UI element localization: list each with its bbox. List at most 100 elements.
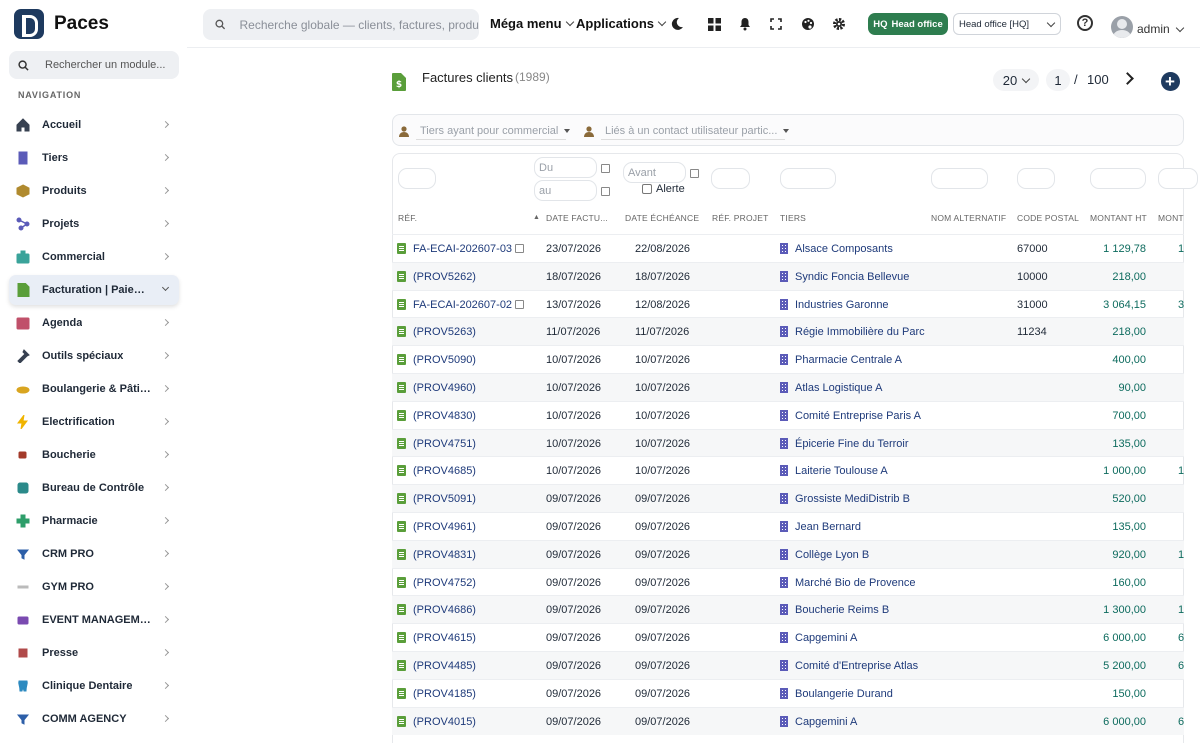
app-logo[interactable]: Paces <box>14 9 109 39</box>
date-to-input[interactable]: au <box>534 180 597 201</box>
invoice-ref-link[interactable]: (PROV5090) <box>413 354 476 366</box>
grid-apps-icon[interactable] <box>706 16 722 32</box>
invoice-ref-link[interactable]: (PROV4961) <box>413 521 476 533</box>
tiers-link[interactable]: Industries Garonne <box>795 299 889 311</box>
sidebar-item-produits[interactable]: Produits <box>9 176 179 206</box>
calendar-icon[interactable] <box>690 169 699 178</box>
sidebar-item-clinique-dentaire[interactable]: Clinique Dentaire <box>9 671 179 701</box>
contact-filter[interactable]: Liés à un contact utilisateur partic... <box>584 122 790 140</box>
add-invoice-button[interactable]: + <box>1156 62 1184 100</box>
tiers-link[interactable]: Épicerie Fine du Terroir <box>795 438 909 450</box>
tiers-link[interactable]: Laiterie Toulouse A <box>795 465 888 477</box>
help-icon[interactable]: ? <box>1077 15 1093 31</box>
tiers-link[interactable]: Capgemini A <box>795 716 857 728</box>
tiers-filter-input[interactable] <box>780 168 836 189</box>
table-row[interactable]: (PROV4185) 09/07/2026 09/07/2026 Boulangeri… <box>392 678 1184 707</box>
alert-checkbox[interactable] <box>642 184 652 194</box>
col-header-ref[interactable]: RÉF. <box>398 213 417 223</box>
sidebar-item-accueil[interactable]: Accueil <box>9 110 179 140</box>
col-header-due[interactable]: DATE ÉCHÉANCE <box>625 213 699 223</box>
sidebar-item-presse[interactable]: Presse <box>9 638 179 668</box>
sidebar-item-gym-pro[interactable]: GYM PRO <box>9 572 179 602</box>
sidebar-item-bureau-de-contr-le[interactable]: Bureau de Contrôle <box>9 473 179 503</box>
dark-mode-icon[interactable] <box>669 16 685 32</box>
tiers-link[interactable]: Régie Immobilière du Parc <box>795 326 925 338</box>
alt-name-filter-input[interactable] <box>931 168 988 189</box>
invoice-ref-link[interactable]: (PROV4751) <box>413 438 476 450</box>
applications-dropdown[interactable]: Applications <box>576 16 667 31</box>
tiers-link[interactable]: Atlas Logistique A <box>795 382 882 394</box>
sidebar-item-comm-agency[interactable]: COMM AGENCY <box>9 704 179 734</box>
sidebar-item-boulangerie-p-tisserie[interactable]: Boulangerie & Pâtisserie <box>9 374 179 404</box>
hq-badge[interactable]: HQ Head office <box>868 13 948 35</box>
tiers-link[interactable]: Capgemini A <box>795 632 857 644</box>
col-header-date[interactable]: DATE FACTU... <box>546 213 608 223</box>
table-row[interactable]: (PROV4686) 09/07/2026 09/07/2026 Boucherie … <box>392 595 1184 624</box>
sidebar-item-event-management[interactable]: EVENT MANAGEMENT <box>9 605 179 635</box>
table-row[interactable]: (PROV4485) 09/07/2026 09/07/2026 Comité d'E… <box>392 651 1184 679</box>
tiers-link[interactable]: Jean Bernard <box>795 521 861 533</box>
col-header-tiers[interactable]: TIERS <box>780 213 806 223</box>
fullscreen-icon[interactable] <box>768 16 784 32</box>
tiers-link[interactable]: Boulangerie Durand <box>795 688 893 700</box>
palette-icon[interactable] <box>800 16 816 32</box>
global-search[interactable]: Recherche globale — clients, factures, p… <box>203 9 479 40</box>
tiers-link[interactable]: Comité d'Entreprise Atlas <box>795 660 918 672</box>
sidebar-item-electrification[interactable]: Electrification <box>9 407 179 437</box>
col-header-amount[interactable]: MONT <box>1158 213 1184 223</box>
invoice-ref-link[interactable]: (PROV5091) <box>413 493 476 505</box>
sidebar-item-commercial[interactable]: Commercial <box>9 242 179 272</box>
tiers-link[interactable]: Comité Entreprise Paris A <box>795 410 921 422</box>
tiers-link[interactable]: Pharmacie Centrale A <box>795 354 902 366</box>
table-row[interactable]: (PROV5262) 18/07/2026 18/07/2026 Syndic Fon… <box>392 261 1184 290</box>
invoice-ref-link[interactable]: (PROV4485) <box>413 660 476 672</box>
col-header-amount-ht[interactable]: MONTANT HT <box>1090 213 1147 223</box>
table-row[interactable]: (PROV5090) 10/07/2026 10/07/2026 Pharmacie … <box>392 345 1184 373</box>
invoice-ref-link[interactable]: (PROV5262) <box>413 271 476 283</box>
page-number-input[interactable]: 1 <box>1046 69 1070 91</box>
table-row[interactable]: (PROV4615) 09/07/2026 09/07/2026 Capgemini … <box>392 623 1184 651</box>
invoice-ref-link[interactable]: (PROV5263) <box>413 326 476 338</box>
table-row[interactable]: (PROV4960) 10/07/2026 10/07/2026 Atlas Logi… <box>392 373 1184 401</box>
table-row[interactable]: (PROV5263) 11/07/2026 11/07/2026 Régie Immo… <box>392 317 1184 346</box>
project-ref-filter-input[interactable] <box>711 168 750 189</box>
table-row[interactable]: (PROV4831) 09/07/2026 09/07/2026 Collège Ly… <box>392 539 1184 568</box>
sidebar-item-boucherie[interactable]: Boucherie <box>9 440 179 470</box>
tiers-link[interactable]: Alsace Composants <box>795 243 893 255</box>
sidebar-item-crm-pro[interactable]: CRM PRO <box>9 539 179 569</box>
sidebar-item-pharmacie[interactable]: Pharmacie <box>9 506 179 536</box>
module-search-input[interactable]: Rechercher un module... <box>9 51 179 79</box>
invoice-ref-link[interactable]: FA-ECAI-202607-02 <box>413 299 525 311</box>
col-header-alt-name[interactable]: NOM ALTERNATIF <box>931 213 1006 223</box>
ref-filter-input[interactable] <box>398 168 436 189</box>
invoice-ref-link[interactable]: (PROV4831) <box>413 549 476 561</box>
table-row[interactable]: FA-ECAI-202607-03 23/07/2026 22/08/2026 Als… <box>392 234 1184 262</box>
sidebar-item-projets[interactable]: Projets <box>9 209 179 239</box>
alert-filter[interactable]: Alerte <box>642 183 685 195</box>
sort-asc-icon[interactable]: ▲ <box>533 214 540 221</box>
amount-ht-filter-input[interactable] <box>1090 168 1146 189</box>
sidebar-item-facturation-paiement[interactable]: Facturation | Paiement <box>9 275 179 305</box>
entity-select[interactable]: Head office [HQ] <box>953 13 1061 35</box>
invoice-ref-link[interactable]: (PROV4015) <box>413 716 476 728</box>
note-icon[interactable] <box>515 299 525 309</box>
table-row[interactable]: (PROV5091) 09/07/2026 09/07/2026 Grossiste … <box>392 484 1184 513</box>
invoice-ref-link[interactable]: (PROV4685) <box>413 465 476 477</box>
per-page-select[interactable]: 20 <box>993 69 1039 91</box>
sidebar-item-agenda[interactable]: Agenda <box>9 308 179 338</box>
table-row[interactable]: (PROV4751) 10/07/2026 10/07/2026 Épicerie F… <box>392 428 1184 457</box>
due-before-input[interactable]: Avant <box>623 162 686 183</box>
bell-icon[interactable] <box>737 16 753 32</box>
gear-icon[interactable] <box>831 16 847 32</box>
table-row[interactable]: FA-ECAI-202607-02 13/07/2026 12/08/2026 Ind… <box>392 289 1184 318</box>
tiers-link[interactable]: Collège Lyon B <box>795 549 869 561</box>
avatar[interactable] <box>1111 16 1133 38</box>
tiers-link[interactable]: Boucherie Reims B <box>795 604 889 616</box>
note-icon[interactable] <box>515 244 525 253</box>
commercial-filter[interactable]: Tiers ayant pour commercial <box>399 122 571 140</box>
calendar-icon[interactable] <box>601 164 610 173</box>
mega-menu-dropdown[interactable]: Méga menu <box>490 16 574 31</box>
invoice-ref-link[interactable]: (PROV4185) <box>413 688 476 700</box>
sidebar-item-outils-sp-ciaux[interactable]: Outils spéciaux <box>9 341 179 371</box>
next-page-icon[interactable] <box>1121 72 1134 85</box>
